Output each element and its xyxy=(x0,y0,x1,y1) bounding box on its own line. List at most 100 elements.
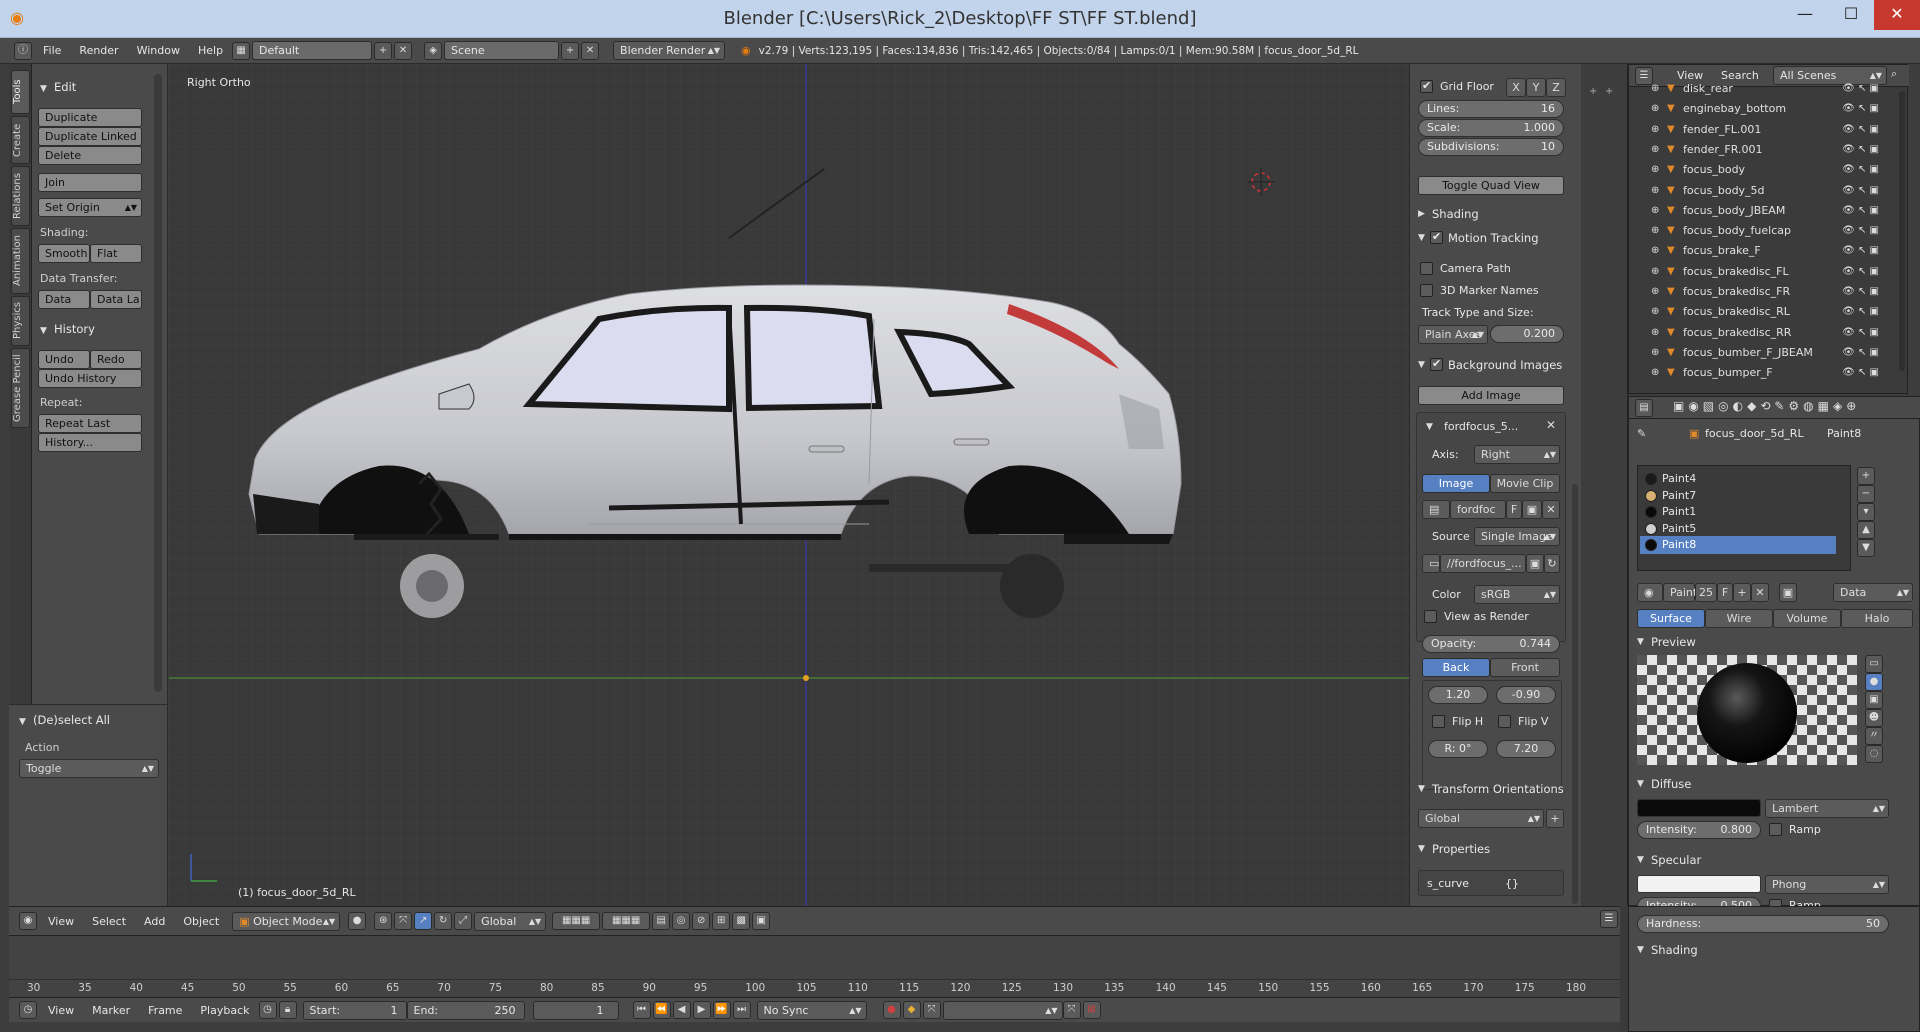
expand-icon[interactable]: ⊕ xyxy=(1651,201,1659,221)
path-folder-icon[interactable]: ▭ xyxy=(1422,554,1440,573)
timeline-editor-icon[interactable]: ◷ xyxy=(19,1001,37,1019)
scale-manipulator-icon[interactable]: ⤢ xyxy=(454,912,473,930)
specular-collapse-icon[interactable]: ▼ xyxy=(1637,855,1644,865)
visibility-icons[interactable]: 👁︎ ↖ ▣ xyxy=(1842,181,1879,201)
opacity-field[interactable]: Opacity: 0.744 xyxy=(1422,635,1560,653)
material-browse-icon[interactable]: ◉ xyxy=(1637,583,1663,602)
3d-viewport[interactable]: Right Ortho (1) focus_door_5d_RL xyxy=(169,64,1409,906)
tab-create[interactable]: Create xyxy=(11,116,30,164)
translate-manipulator-icon[interactable]: ↗ xyxy=(414,912,433,930)
redo-button[interactable]: Redo xyxy=(90,350,142,369)
deselect-collapse-icon[interactable]: ▼ xyxy=(19,717,26,727)
material-name-field[interactable]: Paint8 xyxy=(1663,583,1704,602)
proportional-edit-icon[interactable]: ◎ xyxy=(672,912,691,930)
history-button[interactable]: History... xyxy=(38,433,142,452)
motion-tracking-checkbox[interactable] xyxy=(1430,230,1443,244)
auto-keyframe-icon[interactable]: ● xyxy=(882,1001,901,1019)
keying-set-icon[interactable]: ◆ xyxy=(902,1001,921,1019)
menu-help[interactable]: Help xyxy=(189,44,232,57)
scene-layers-icon[interactable]: ▦▦▦ xyxy=(552,912,601,930)
3d-object-menu[interactable]: Object xyxy=(174,915,228,928)
npanel-scrollbar[interactable] xyxy=(1572,484,1578,904)
menu-file[interactable]: File xyxy=(34,44,70,57)
scene-icon[interactable]: ◈ xyxy=(424,41,443,60)
3d-editor-type-icon[interactable]: ◉ xyxy=(19,912,37,930)
specular-header[interactable]: Specular xyxy=(1651,853,1701,867)
material-users-count[interactable]: 25 xyxy=(1695,583,1717,602)
orientation-select[interactable]: Global ▲▼ xyxy=(1418,809,1544,828)
bg-image-collapse-icon[interactable]: ▼ xyxy=(1426,422,1433,432)
size-field[interactable]: 7.20 xyxy=(1496,740,1556,758)
add-layout-icon[interactable]: + xyxy=(374,41,393,60)
transform-orientations-header[interactable]: Transform Orientations xyxy=(1432,782,1564,796)
outliner-item[interactable]: ⊕ ▼ disk_rear 👁︎ ↖ ▣ xyxy=(1629,79,1909,99)
outliner-item[interactable]: ⊕ ▼ focus_body 👁︎ ↖ ▣ xyxy=(1629,160,1909,180)
visibility-icons[interactable]: 👁︎ ↖ ▣ xyxy=(1842,282,1879,302)
scene-layers-icon-2[interactable]: ▦▦▦ xyxy=(602,912,651,930)
grid-z-toggle[interactable]: Z xyxy=(1546,78,1566,97)
split-area-icon[interactable]: + xyxy=(1589,86,1597,97)
reload-image-icon[interactable]: ↻ xyxy=(1544,554,1560,573)
3d-add-menu[interactable]: Add xyxy=(135,915,174,928)
outliner-item[interactable]: ⊕ ▼ focus_bumber_F_JBEAM 👁︎ ↖ ▣ xyxy=(1629,343,1909,363)
halo-tab[interactable]: Halo xyxy=(1841,609,1913,628)
source-select[interactable]: Single Image ▲▼ xyxy=(1474,527,1560,546)
shading-panel-header[interactable]: Shading xyxy=(1432,207,1479,221)
play-reverse-icon[interactable]: ◀ xyxy=(672,1001,691,1019)
diffuse-intensity-field[interactable]: Intensity: 0.800 xyxy=(1637,821,1761,839)
material-slot[interactable]: Paint8 xyxy=(1640,536,1836,554)
view-as-render-checkbox[interactable] xyxy=(1424,610,1437,623)
grid-floor-checkbox[interactable] xyxy=(1420,79,1433,93)
end-frame-field[interactable]: End: 250 xyxy=(406,1000,525,1020)
hardness-field[interactable]: Hardness: 50 xyxy=(1637,915,1889,933)
outliner-item[interactable]: ⊕ ▼ focus_brakedisc_FR 👁︎ ↖ ▣ xyxy=(1629,282,1909,302)
marker-names-checkbox[interactable] xyxy=(1420,284,1433,297)
rotation-field[interactable]: R: 0° xyxy=(1428,740,1488,758)
visibility-icons[interactable]: 👁︎ ↖ ▣ xyxy=(1842,99,1879,119)
tab-physics[interactable]: Physics xyxy=(11,296,30,346)
properties-context-icons[interactable]: ▣◉▧◎◐◆⟲✎⚙◍▦◈⊕ xyxy=(1673,399,1860,413)
object-origin-dot[interactable] xyxy=(803,675,809,681)
expand-icon[interactable]: ⊕ xyxy=(1651,221,1659,241)
start-frame-field[interactable]: Start: 1 xyxy=(302,1000,407,1020)
remove-slot-icon[interactable]: − xyxy=(1857,485,1875,503)
material-slot[interactable]: Paint4 xyxy=(1640,470,1836,488)
diffuse-color-swatch[interactable] xyxy=(1637,799,1761,817)
wire-tab[interactable]: Wire xyxy=(1705,609,1773,628)
timeline-playback-menu[interactable]: Playback xyxy=(191,1004,258,1017)
outliner-item[interactable]: ⊕ ▼ focus_brakedisc_RL 👁︎ ↖ ▣ xyxy=(1629,302,1909,322)
render-engine-select[interactable]: Blender Render ▲▼ xyxy=(613,41,726,60)
viewport-shading-icon[interactable]: ● xyxy=(348,912,367,930)
remove-scene-icon[interactable]: ✕ xyxy=(581,41,600,60)
undo-history-button[interactable]: Undo History xyxy=(38,369,142,388)
image-tab[interactable]: Image xyxy=(1422,474,1490,493)
outliner-item[interactable]: ⊕ ▼ focus_body_fuelcap 👁︎ ↖ ▣ xyxy=(1629,221,1909,241)
image-browse-icon[interactable]: ▤ xyxy=(1422,500,1450,519)
preview-sky-icon[interactable]: ◌ xyxy=(1865,745,1883,763)
3d-view-menu[interactable]: View xyxy=(39,915,83,928)
expand-icon[interactable]: ⊕ xyxy=(1651,140,1659,160)
grid-lines-field[interactable]: Lines: 16 xyxy=(1418,100,1564,118)
outliner-item[interactable]: ⊕ ▼ focus_bumper_F 👁︎ ↖ ▣ xyxy=(1629,363,1909,383)
browse-file-icon[interactable]: ▣ xyxy=(1526,554,1544,573)
layout-select[interactable]: Default xyxy=(252,41,373,60)
render-animation-icon[interactable]: ▣ xyxy=(752,912,771,930)
visibility-icons[interactable]: 👁︎ ↖ ▣ xyxy=(1842,302,1879,322)
move-slot-down-icon[interactable]: ▼ xyxy=(1857,539,1875,557)
add-material-icon[interactable]: + xyxy=(1733,583,1751,602)
transform-orientation-select[interactable]: Global ▲▼ xyxy=(474,911,547,931)
lock-frame-icon[interactable]: 🔒︎ xyxy=(278,1001,297,1019)
outliner-item[interactable]: ⊕ ▼ enginebay_bottom 👁︎ ↖ ▣ xyxy=(1629,99,1909,119)
bg-images-checkbox[interactable] xyxy=(1430,357,1443,371)
bg-images-collapse-icon[interactable]: ▼ xyxy=(1418,360,1425,370)
pin-icon[interactable]: ✎ xyxy=(1637,427,1646,440)
preview-cube-icon[interactable]: ▣ xyxy=(1865,691,1883,709)
sync-mode-select[interactable]: No Sync ▲▼ xyxy=(756,1000,867,1020)
visibility-icons[interactable]: 👁︎ ↖ ▣ xyxy=(1842,343,1879,363)
remove-bg-image-icon[interactable]: ✕ xyxy=(1546,418,1556,432)
jump-end-icon[interactable]: ⏭ xyxy=(732,1001,751,1019)
data-layout-button[interactable]: Data La xyxy=(90,290,142,309)
outliner-item[interactable]: ⊕ ▼ focus_brakedisc_FL 👁︎ ↖ ▣ xyxy=(1629,262,1909,282)
image-path-field[interactable]: //fordfocus_... xyxy=(1440,554,1526,573)
movie-clip-tab[interactable]: Movie Clip xyxy=(1490,474,1560,493)
